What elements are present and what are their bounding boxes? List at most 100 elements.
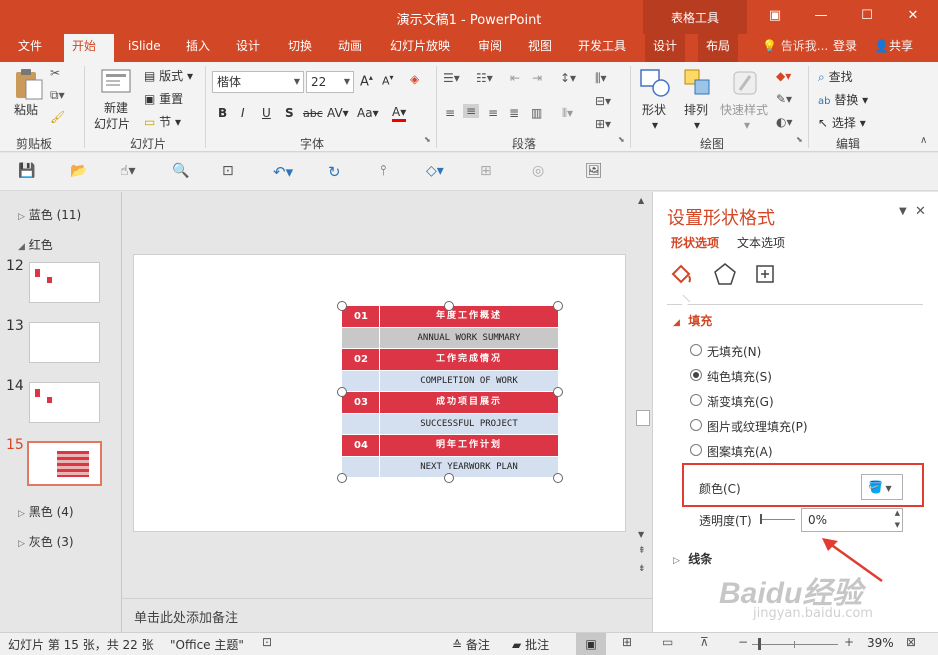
- close-button[interactable]: ✕: [890, 0, 936, 32]
- picture-icon[interactable]: 🖼: [585, 163, 603, 179]
- shapes-icon[interactable]: [639, 68, 671, 98]
- fill-section-header[interactable]: ◢ 填充: [673, 312, 712, 329]
- align-center-icon[interactable]: ≡: [463, 104, 480, 118]
- columns-icon[interactable]: ⫴▾: [562, 106, 573, 121]
- bold-button[interactable]: B: [218, 106, 227, 120]
- tab-slideshow[interactable]: 幻灯片放映: [382, 34, 458, 62]
- shrink-font-icon[interactable]: A▾: [382, 73, 394, 88]
- slideshow-icon[interactable]: ⊼: [700, 635, 709, 649]
- copy-icon[interactable]: ⧉▾: [50, 88, 65, 103]
- picture-fill-radio[interactable]: [690, 419, 702, 431]
- vertical-scrollbar[interactable]: ▲ ▼ ⇞ ⇟: [635, 192, 651, 596]
- grow-font-icon[interactable]: A▴: [360, 73, 373, 89]
- close-icon[interactable]: ✕: [915, 204, 926, 219]
- table-cell-number[interactable]: [342, 456, 380, 477]
- accessibility-icon[interactable]: ⊡: [262, 635, 272, 649]
- merge-shapes-icon[interactable]: ◎: [532, 163, 544, 179]
- pattern-fill-label[interactable]: 图案填充(A): [707, 443, 773, 460]
- slide-table[interactable]: 01 年度工作概述 ANNUAL WORK SUMMARY 02 工作完成情况 COMPL…: [342, 306, 558, 478]
- new-slide-icon[interactable]: [100, 68, 132, 96]
- notes-placeholder[interactable]: 单击此处添加备注: [134, 607, 238, 626]
- normal-view-icon[interactable]: ▣: [576, 633, 606, 655]
- pattern-fill-radio[interactable]: [690, 444, 702, 456]
- zoom-in-icon[interactable]: +: [844, 635, 854, 649]
- resize-handle[interactable]: [444, 473, 454, 483]
- slide-sorter-icon[interactable]: ⊞: [622, 635, 632, 649]
- paste-label[interactable]: 粘贴: [14, 101, 38, 118]
- gradient-fill-label[interactable]: 渐变填充(G): [707, 393, 774, 410]
- tab-developer[interactable]: 开发工具: [570, 34, 634, 62]
- shape-fill-icon[interactable]: ◆▾: [776, 69, 791, 83]
- table-row[interactable]: COMPLETION OF WORK: [342, 370, 558, 392]
- section-red[interactable]: ◢ 红色: [18, 236, 53, 253]
- shape-outline-icon[interactable]: ✎▾: [776, 92, 792, 106]
- table-cell-text[interactable]: 工作完成情况: [380, 349, 558, 370]
- tab-islide[interactable]: iSlide: [120, 34, 169, 62]
- dialog-launcher-icon[interactable]: ⬊: [618, 135, 625, 144]
- effects-pentagon-icon[interactable]: [713, 262, 737, 286]
- align-text-icon[interactable]: ⊟▾: [595, 94, 611, 108]
- section-gray[interactable]: ▷ 灰色 (3): [18, 533, 74, 550]
- tell-me-box[interactable]: 💡 告诉我...: [754, 34, 836, 62]
- tab-design[interactable]: 设计: [228, 34, 268, 62]
- numbering-icon[interactable]: ☷▾: [476, 71, 493, 85]
- table-cell-text[interactable]: 年度工作概述: [380, 306, 558, 327]
- group-icon[interactable]: ⊞: [480, 163, 492, 179]
- table-row[interactable]: 02 工作完成情况: [342, 349, 558, 371]
- gradient-fill-radio[interactable]: [690, 394, 702, 406]
- line-spacing-icon[interactable]: ↕▾: [560, 71, 576, 85]
- print-preview-icon[interactable]: 🔍: [172, 163, 189, 179]
- format-painter-icon[interactable]: 🖌: [50, 110, 65, 124]
- slide-thumbnail[interactable]: [29, 262, 100, 303]
- align-left-icon[interactable]: ≡: [445, 106, 455, 120]
- table-row[interactable]: 04 明年工作计划: [342, 435, 558, 457]
- table-cell-text[interactable]: 成功项目展示: [380, 392, 558, 413]
- picture-fill-label[interactable]: 图片或纹理填充(P): [707, 418, 808, 435]
- tab-table-layout[interactable]: 布局: [698, 34, 739, 62]
- pane-options-icon[interactable]: ▼: [899, 206, 907, 217]
- arrange-icon[interactable]: [683, 68, 713, 98]
- table-cell-number[interactable]: 01: [342, 306, 380, 327]
- table-cell-text[interactable]: 明年工作计划: [380, 435, 558, 456]
- reset-button[interactable]: ▣ 重置: [144, 90, 183, 107]
- select-button[interactable]: ↖ 选择 ▾: [818, 114, 866, 131]
- open-folder-icon[interactable]: 📂: [70, 163, 87, 179]
- zoom-slider-thumb[interactable]: [758, 638, 761, 650]
- no-fill-label[interactable]: 无填充(N): [707, 343, 761, 360]
- no-fill-radio[interactable]: [690, 344, 702, 356]
- tab-transitions[interactable]: 切换: [280, 34, 320, 62]
- zoom-out-icon[interactable]: −: [738, 635, 748, 649]
- resize-handle[interactable]: [444, 301, 454, 311]
- section-blue[interactable]: ▷ 蓝色 (11): [18, 206, 81, 223]
- new-slide-label-2[interactable]: 幻灯片: [94, 115, 130, 132]
- table-cell-text[interactable]: SUCCESSFUL PROJECT: [380, 414, 558, 435]
- fit-slide-icon[interactable]: ⊠: [906, 635, 916, 649]
- table-cell-text[interactable]: ANNUAL WORK SUMMARY: [380, 328, 558, 349]
- tab-home[interactable]: 开始: [64, 34, 114, 62]
- underline-button[interactable]: U: [262, 106, 271, 120]
- shape-fill-qat-icon[interactable]: ◇▾: [426, 163, 444, 179]
- zoom-slider[interactable]: [752, 644, 838, 645]
- align-objects-icon[interactable]: ⫯: [380, 163, 386, 179]
- quick-styles-label[interactable]: 快速样式 ▾: [720, 101, 768, 132]
- tab-review[interactable]: 审阅: [470, 34, 510, 62]
- collapse-ribbon-icon[interactable]: ∧: [920, 135, 927, 146]
- slide-thumbnail-selected[interactable]: [27, 441, 102, 486]
- find-button[interactable]: ⌕ 查找: [818, 68, 853, 85]
- tab-insert[interactable]: 插入: [178, 34, 218, 62]
- undo-icon[interactable]: ↶▾: [273, 163, 293, 181]
- solid-fill-label[interactable]: 纯色填充(S): [707, 368, 772, 385]
- tab-animations[interactable]: 动画: [330, 34, 370, 62]
- char-spacing-button[interactable]: AV▾: [327, 106, 349, 120]
- scroll-up-icon[interactable]: ▲: [638, 196, 644, 205]
- minimize-button[interactable]: —: [798, 0, 844, 32]
- solid-fill-radio[interactable]: [690, 369, 702, 381]
- resize-handle[interactable]: [337, 301, 347, 311]
- text-direction-icon[interactable]: ⫼▾: [595, 71, 607, 86]
- font-size-combo[interactable]: 22 ▼: [306, 71, 354, 93]
- resize-handle[interactable]: [553, 387, 563, 397]
- resize-handle[interactable]: [337, 387, 347, 397]
- prev-slide-icon[interactable]: ⇞: [638, 546, 646, 556]
- zoom-level[interactable]: 39%: [867, 636, 894, 650]
- increase-indent-icon[interactable]: ⇥: [532, 71, 542, 85]
